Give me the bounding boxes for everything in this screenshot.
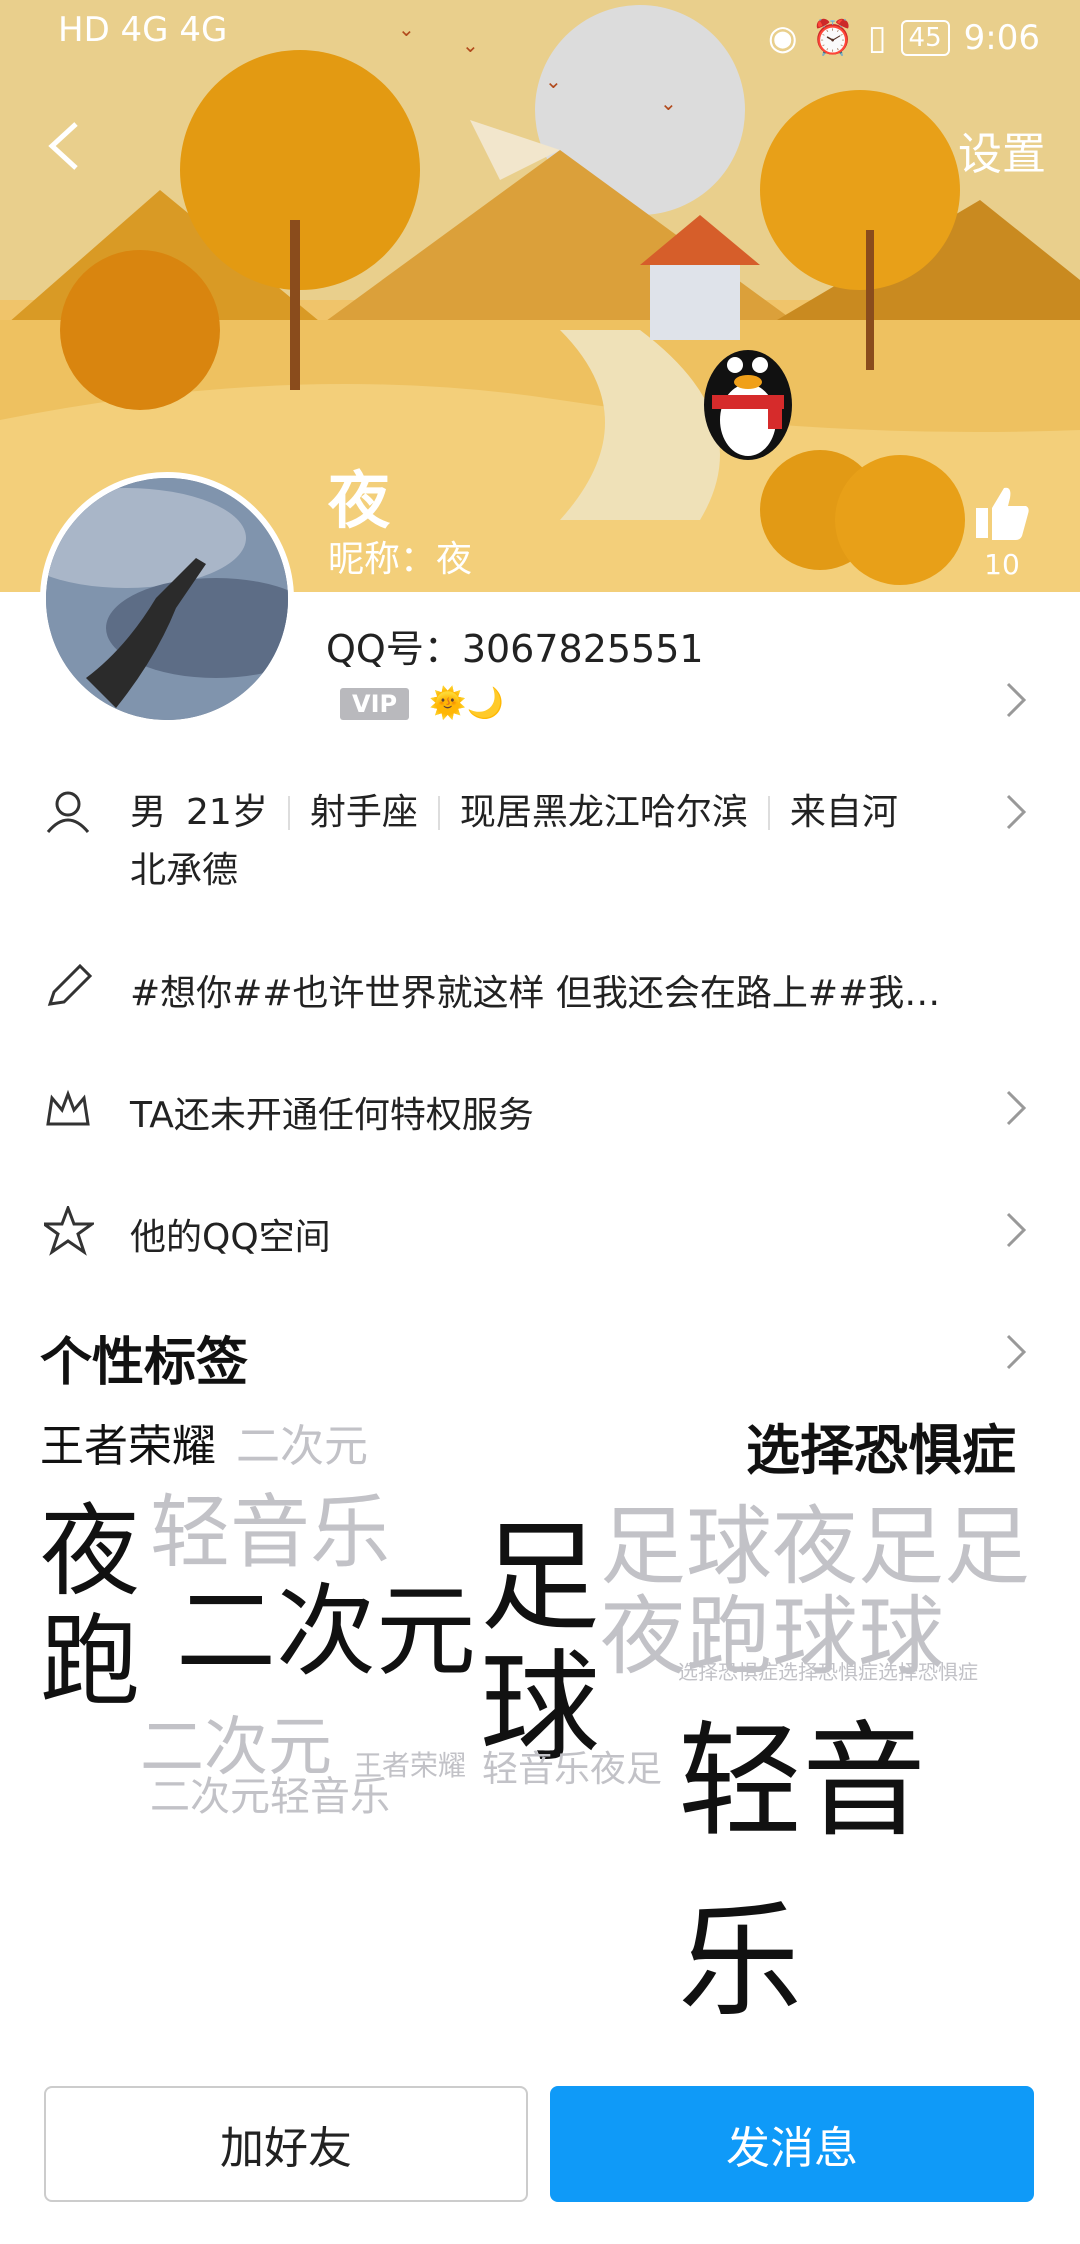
qzone-text: 他的QQ空间 bbox=[130, 1217, 331, 1258]
tags-title: 个性标签 bbox=[40, 1333, 249, 1393]
privilege-text: TA还未开通任何特权服务 bbox=[130, 1095, 534, 1136]
chevron-left-icon bbox=[48, 122, 78, 170]
svg-text:⌄: ⌄ bbox=[660, 91, 677, 115]
gender: 男 bbox=[130, 792, 167, 833]
age: 21岁 bbox=[186, 792, 268, 833]
like-button[interactable]: 10 bbox=[962, 482, 1042, 581]
signature-row[interactable]: #想你##也许世界就这样 但我还会在路上##我… bbox=[0, 960, 1080, 1020]
chevron-right-icon bbox=[1006, 1090, 1027, 1126]
add-friend-button[interactable]: 加好友 bbox=[44, 2086, 528, 2202]
basic-info-row[interactable]: 男 21岁 射手座 现居黑龙江哈尔滨 来自河 北承德 bbox=[0, 784, 1080, 904]
zodiac: 射手座 bbox=[309, 792, 418, 833]
vip-row: VIP 🌞🌙 bbox=[340, 686, 504, 721]
settings-button[interactable]: 设置 bbox=[958, 118, 1046, 182]
qq-number: QQ号：3067825551 bbox=[326, 627, 704, 671]
pencil-icon bbox=[47, 963, 93, 1006]
network-indicators: HD 4G 4G bbox=[58, 10, 228, 50]
chevron-right-icon[interactable] bbox=[1004, 1332, 1028, 1372]
chevron-right-icon[interactable] bbox=[1004, 680, 1028, 720]
signature-text: #想你##也许世界就这样 但我还会在路上##我… bbox=[130, 973, 941, 1014]
divider bbox=[287, 796, 290, 830]
tag-word: 跑 bbox=[40, 1603, 140, 1720]
tag-word: 轻音乐 bbox=[678, 1710, 927, 2034]
avatar[interactable] bbox=[40, 472, 294, 726]
privilege-row[interactable]: TA还未开通任何特权服务 bbox=[0, 1082, 1080, 1142]
divider bbox=[767, 796, 770, 830]
tag-word: 选择恐惧症 bbox=[746, 1419, 1016, 1482]
nickname-label: 昵称：夜 bbox=[328, 539, 473, 580]
like-count: 10 bbox=[984, 548, 1020, 581]
tag-word: 二次元 bbox=[140, 1711, 332, 1785]
qzone-row[interactable]: 他的QQ空间 bbox=[0, 1204, 1080, 1264]
tag-word: 轻音乐夜足 bbox=[482, 1749, 663, 1790]
tag-word: 选择恐惧症选择恐惧症选择恐惧症 bbox=[678, 1660, 978, 1684]
vip-badge: VIP bbox=[340, 687, 410, 720]
send-message-button[interactable]: 发消息 bbox=[550, 2086, 1034, 2202]
alarm-icon: ⏰ bbox=[811, 18, 854, 58]
tag-word: 二次元 bbox=[176, 1573, 476, 1690]
star-icon bbox=[44, 1206, 94, 1256]
tag-cloud[interactable]: 王者荣耀 二次元 选择恐惧症 夜 跑 轻音乐 二次元 足 球 足球夜足足 夜跑球… bbox=[40, 1410, 1040, 2034]
battery-indicator: 45 bbox=[900, 20, 950, 56]
person-icon bbox=[46, 791, 90, 833]
chevron-right-icon bbox=[1006, 794, 1027, 830]
tag-word: 二次元 bbox=[236, 1421, 368, 1472]
chevron-right-icon bbox=[1006, 1212, 1027, 1248]
crown-icon bbox=[46, 1089, 90, 1126]
hometown-line1: 来自河 bbox=[789, 792, 898, 833]
status-bar: HD 4G 4G ◉ ⏰ ▯ 45 9:06 bbox=[0, 0, 1080, 80]
tag-word: 王者荣耀 bbox=[354, 1749, 467, 1782]
thumbs-up-icon bbox=[976, 487, 1029, 540]
back-button[interactable] bbox=[40, 116, 90, 176]
level-icons: 🌞🌙 bbox=[429, 686, 504, 721]
tag-word: 王者荣耀 bbox=[40, 1421, 216, 1472]
eye-icon: ◉ bbox=[767, 18, 798, 58]
clock: 9:06 bbox=[963, 18, 1040, 58]
avatar-image bbox=[46, 478, 288, 720]
divider bbox=[437, 796, 440, 830]
vibrate-icon: ▯ bbox=[867, 18, 887, 58]
hometown-line2: 北承德 bbox=[130, 850, 239, 891]
location: 现居黑龙江哈尔滨 bbox=[459, 792, 748, 833]
nickname-title: 夜 bbox=[328, 464, 391, 537]
